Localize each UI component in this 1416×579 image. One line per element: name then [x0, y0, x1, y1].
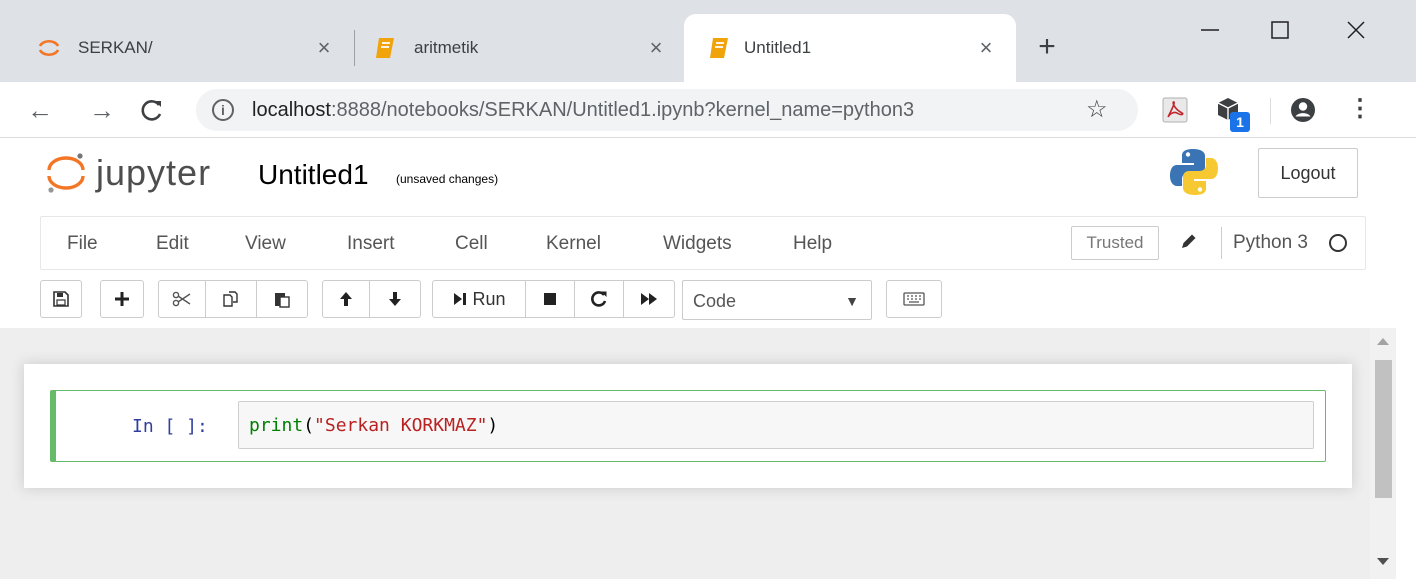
move-up-button[interactable] — [322, 280, 370, 318]
step-forward-icon — [454, 293, 467, 305]
browser-toolbar: ← → i localhost:8888/notebooks/SERKAN/Un… — [0, 82, 1416, 138]
kernel-name[interactable]: Python 3 — [1233, 231, 1308, 255]
scrollbar-thumb[interactable] — [1375, 360, 1392, 498]
page-scrollbar[interactable] — [1370, 328, 1396, 579]
floppy-icon — [53, 291, 69, 307]
tab-title: SERKAN/ — [78, 38, 153, 57]
close-window-icon[interactable] — [1336, 10, 1376, 50]
interrupt-kernel-button[interactable] — [525, 280, 575, 318]
plus-icon — [115, 292, 129, 306]
menu-insert[interactable]: Insert — [347, 232, 395, 256]
notebook-site: In [ ]: print("Serkan KORKMAZ") — [0, 328, 1370, 579]
menu-file[interactable]: File — [67, 232, 98, 256]
run-label: Run — [472, 288, 506, 309]
close-tab-icon[interactable]: × — [972, 34, 1000, 62]
logout-button[interactable]: Logout — [1258, 148, 1358, 198]
jupyter-header: jupyter Untitled1 (unsaved changes) Logo… — [0, 138, 1416, 216]
menu-kernel[interactable]: Kernel — [546, 232, 601, 256]
input-prompt: In [ ]: — [132, 416, 208, 437]
maximize-icon[interactable] — [1260, 10, 1300, 50]
menu-cell[interactable]: Cell — [455, 232, 488, 256]
move-down-button[interactable] — [369, 280, 421, 318]
menu-view[interactable]: View — [245, 232, 286, 256]
menu-help[interactable]: Help — [793, 232, 832, 256]
back-arrow-icon[interactable]: ← — [22, 92, 58, 128]
save-button[interactable] — [40, 280, 82, 318]
notebook-icon — [376, 38, 394, 58]
site-info-icon[interactable]: i — [212, 99, 234, 121]
toolbar-separator — [1270, 98, 1271, 124]
notebook-menubar: File Edit View Insert Cell Kernel Widget… — [40, 216, 1366, 270]
menu-edit[interactable]: Edit — [156, 232, 189, 256]
code-builtin: print — [249, 415, 304, 436]
browser-tab-aritmetik[interactable]: aritmetik × — [354, 14, 684, 82]
dropdown-arrow-icon: ▼ — [845, 293, 859, 309]
notebook-icon — [710, 38, 728, 58]
account-icon[interactable] — [1288, 95, 1318, 125]
trusted-indicator[interactable]: Trusted — [1071, 226, 1159, 260]
insert-cell-button[interactable] — [100, 280, 144, 318]
browser-tab-untitled1[interactable]: Untitled1 × — [684, 14, 1016, 82]
arrow-up-icon — [340, 292, 352, 306]
fast-forward-icon — [641, 293, 657, 305]
address-bar[interactable]: i localhost:8888/notebooks/SERKAN/Untitl… — [196, 89, 1138, 131]
pdf-extension-icon[interactable] — [1160, 95, 1190, 125]
new-tab-button[interactable]: + — [1030, 30, 1064, 64]
jupyter-logo-text[interactable]: jupyter — [96, 152, 211, 194]
code-cell-selected[interactable]: In [ ]: print("Serkan KORKMAZ") — [50, 390, 1326, 462]
extension-badge: 1 — [1230, 112, 1250, 132]
restart-icon — [591, 291, 607, 307]
paste-button[interactable] — [256, 280, 308, 318]
notebook-container: In [ ]: print("Serkan KORKMAZ") — [24, 364, 1352, 488]
bookmark-star-icon[interactable]: ☆ — [1086, 96, 1108, 124]
minimize-icon[interactable] — [1190, 10, 1230, 50]
url-text[interactable]: localhost:8888/notebooks/SERKAN/Untitled… — [252, 98, 914, 122]
stop-icon — [544, 293, 556, 305]
paste-icon — [275, 293, 290, 308]
run-button[interactable]: Run — [432, 280, 526, 318]
cell-type-select[interactable]: Code ▼ — [682, 280, 872, 320]
close-tab-icon[interactable]: × — [642, 34, 670, 62]
cut-button[interactable] — [158, 280, 206, 318]
scroll-down-arrow-icon[interactable] — [1377, 558, 1389, 565]
forward-arrow-icon[interactable]: → — [84, 92, 120, 128]
close-tab-icon[interactable]: × — [310, 34, 338, 62]
pencil-icon[interactable] — [1179, 231, 1199, 251]
scroll-up-arrow-icon[interactable] — [1377, 338, 1389, 345]
restart-run-all-button[interactable] — [623, 280, 675, 318]
kernel-idle-indicator-icon — [1329, 234, 1347, 252]
browser-tab-strip: SERKAN/ × aritmetik × Untitled1 × + — [0, 0, 1416, 82]
copy-button[interactable] — [205, 280, 257, 318]
scissors-icon — [172, 291, 191, 307]
save-status: (unsaved changes) — [396, 172, 499, 186]
notebook-title[interactable]: Untitled1 — [258, 158, 369, 192]
cell-type-value: Code — [693, 291, 737, 311]
notebook-toolbar: Run Code ▼ — [0, 270, 1416, 328]
command-palette-button[interactable] — [886, 280, 942, 318]
tab-title: Untitled1 — [744, 38, 812, 57]
copy-icon — [223, 291, 238, 307]
jupyter-icon — [38, 39, 60, 57]
reload-icon[interactable] — [134, 92, 170, 128]
browser-tab-serkan[interactable]: SERKAN/ × — [14, 14, 350, 82]
keyboard-icon — [903, 292, 925, 306]
menu-widgets[interactable]: Widgets — [663, 232, 732, 256]
arrow-down-icon — [389, 292, 401, 306]
jupyter-logo-icon[interactable] — [46, 152, 86, 194]
browser-menu-icon[interactable]: ⋮ — [1348, 94, 1372, 124]
kernel-separator — [1221, 227, 1222, 259]
window-edge — [1396, 328, 1416, 579]
restart-kernel-button[interactable] — [574, 280, 624, 318]
code-editor[interactable]: print("Serkan KORKMAZ") — [238, 401, 1314, 449]
code-string: "Serkan KORKMAZ" — [314, 415, 488, 436]
tab-title: aritmetik — [414, 38, 479, 57]
code-line[interactable]: print("Serkan KORKMAZ") — [249, 415, 498, 437]
python-logo-icon — [1170, 149, 1218, 195]
